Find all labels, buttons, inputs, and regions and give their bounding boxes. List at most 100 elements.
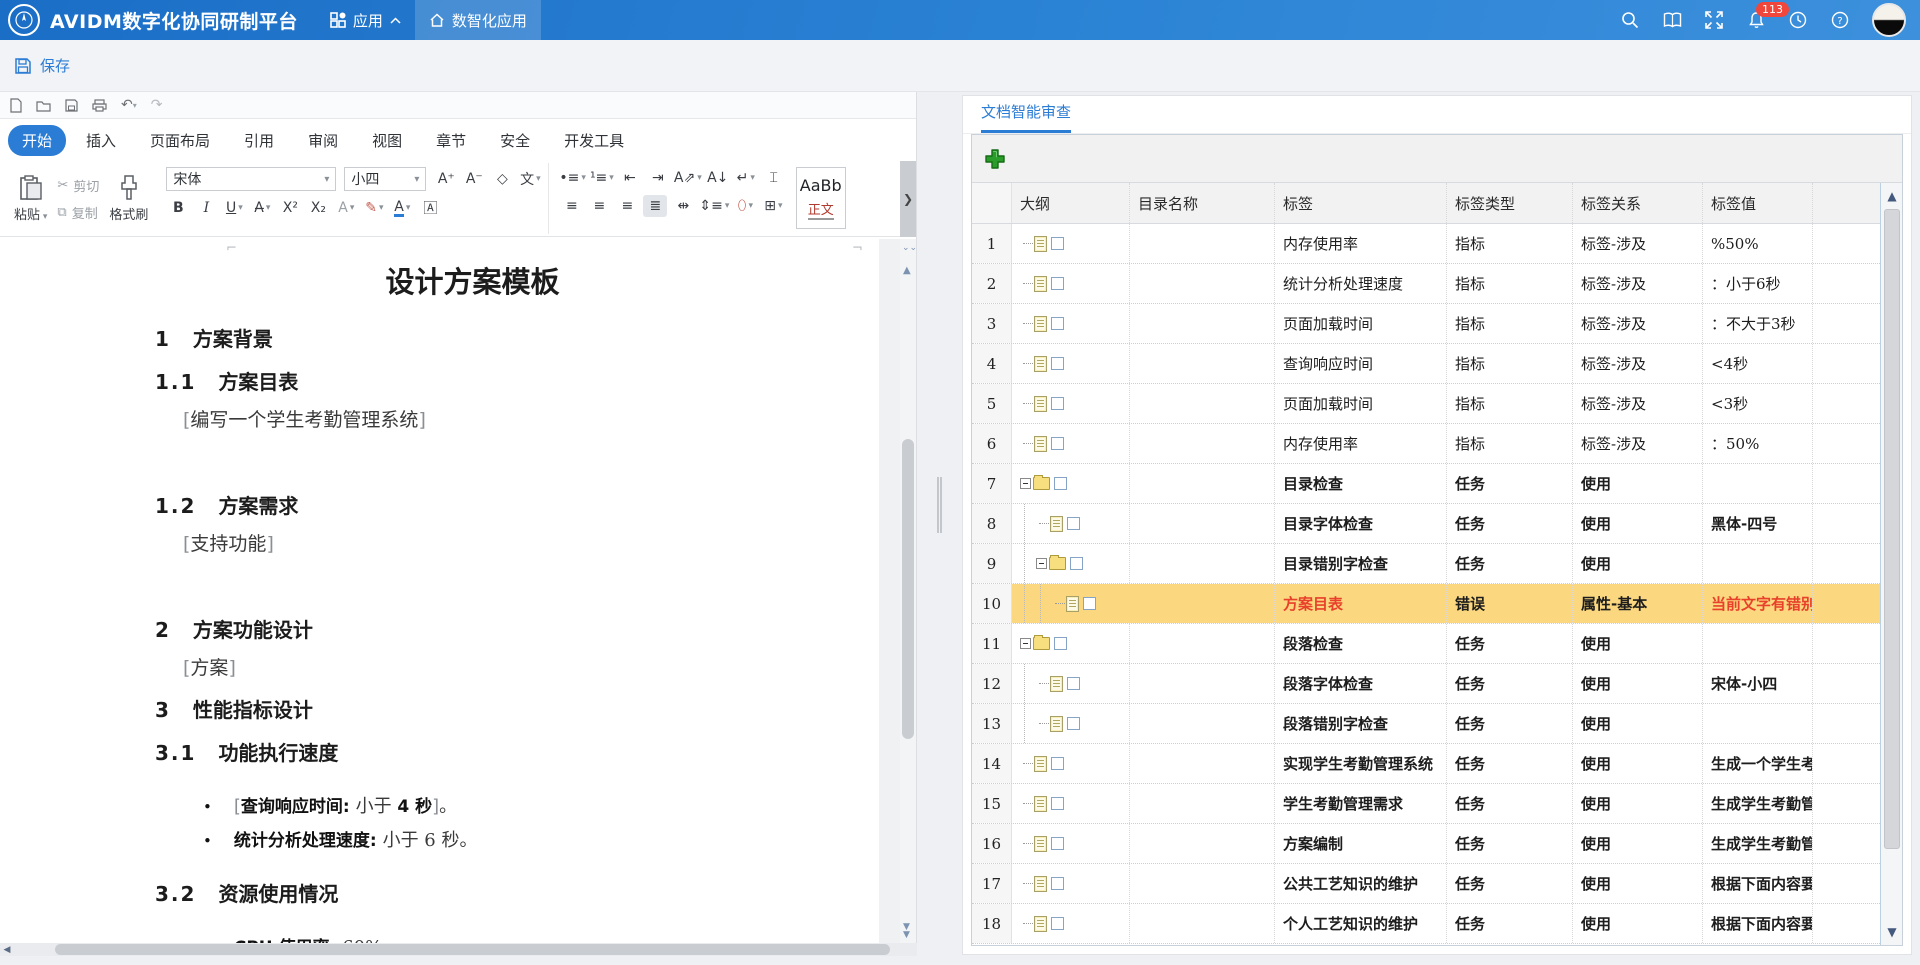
italic-icon[interactable]: I: [194, 197, 218, 219]
notifications-bell-icon[interactable]: 113: [1746, 10, 1766, 30]
table-row[interactable]: 1内存使用率指标标签-涉及%50%: [972, 224, 1902, 264]
row-checkbox[interactable]: [1051, 237, 1064, 250]
grow-font-icon[interactable]: A⁺: [434, 168, 458, 190]
line-spacing-icon[interactable]: ⇕≡▾: [699, 195, 729, 217]
justify-icon[interactable]: ≣: [643, 195, 667, 217]
table-row[interactable]: 15学生考勤管理需求任务使用生成学生考勤管理的需: [972, 784, 1902, 824]
table-row[interactable]: 9目录错别字检查任务使用: [972, 544, 1902, 584]
ribbon-tab-开始[interactable]: 开始: [8, 125, 66, 156]
ribbon-tab-视图[interactable]: 视图: [358, 125, 416, 156]
scroll-up-arrow[interactable]: ▲: [903, 265, 911, 276]
row-checkbox[interactable]: [1051, 317, 1064, 330]
apps-menu[interactable]: 应用: [316, 0, 415, 40]
table-row[interactable]: 2统计分析处理速度指标标签-涉及：小于6秒: [972, 264, 1902, 304]
font-size-select[interactable]: 小四▾: [344, 167, 426, 191]
row-checkbox[interactable]: [1051, 837, 1064, 850]
pinyin-icon[interactable]: 文▾: [518, 168, 542, 190]
distribute-icon[interactable]: ⇹: [671, 195, 695, 217]
document-canvas[interactable]: ⌐ ⌐ 设计方案模板1方案背景1.1方案目表[编写一个学生考勤管理系统]1.2方…: [0, 239, 880, 943]
row-checkbox[interactable]: [1051, 877, 1064, 890]
search-icon[interactable]: [1620, 10, 1640, 30]
align-center-icon[interactable]: ≡: [587, 195, 611, 217]
ribbon-tab-审阅[interactable]: 审阅: [294, 125, 352, 156]
docs-icon[interactable]: [1662, 10, 1682, 30]
row-checkbox[interactable]: [1083, 597, 1096, 610]
copy-button[interactable]: ⧉复制: [57, 203, 99, 222]
save-button[interactable]: 保存: [14, 55, 70, 76]
table-row[interactable]: 11段落检查任务使用: [972, 624, 1902, 664]
cut-button[interactable]: ✂剪切: [57, 176, 99, 195]
row-checkbox[interactable]: [1051, 277, 1064, 290]
home-tab[interactable]: 数智化应用: [415, 0, 541, 40]
align-left-icon[interactable]: ≡: [559, 195, 583, 217]
user-avatar[interactable]: [1872, 3, 1906, 37]
scroll-thumb[interactable]: [902, 439, 914, 739]
add-row-button[interactable]: [984, 148, 1006, 170]
font-family-select[interactable]: 宋体▾: [166, 167, 336, 191]
help-icon[interactable]: ?: [1830, 10, 1850, 30]
collapse-expander-icon[interactable]: [1020, 478, 1031, 489]
font-color-icon[interactable]: A▾: [390, 197, 414, 219]
ribbon-tab-开发工具[interactable]: 开发工具: [550, 125, 638, 156]
table-row[interactable]: 18个人工艺知识的维护任务使用根据下面内容要求按照: [972, 904, 1902, 944]
table-row[interactable]: 5页面加载时间指标标签-涉及<3秒: [972, 384, 1902, 424]
redo-icon[interactable]: ↷: [151, 97, 163, 113]
table-row[interactable]: 10方案目表错误属性-基本当前文字有错别字: [972, 584, 1902, 624]
row-checkbox[interactable]: [1070, 557, 1083, 570]
table-row[interactable]: 7目录检查任务使用: [972, 464, 1902, 504]
row-checkbox[interactable]: [1051, 437, 1064, 450]
borders-icon[interactable]: ⊞▾: [761, 195, 785, 217]
bold-icon[interactable]: B: [166, 197, 190, 219]
char-scale-icon[interactable]: A⇗▾: [674, 167, 702, 189]
table-row[interactable]: 12段落字体检查任务使用宋体-小四: [972, 664, 1902, 704]
numbered-list-icon[interactable]: ¹≡▾: [590, 167, 614, 189]
table-scroll-up-arrow[interactable]: ▲: [1881, 189, 1903, 203]
paste-button[interactable]: 粘贴 ▾: [14, 175, 47, 223]
fullscreen-icon[interactable]: [1704, 10, 1724, 30]
scroll-down-arrows[interactable]: ▼▼: [903, 923, 910, 939]
row-checkbox[interactable]: [1054, 637, 1067, 650]
table-scroll-thumb[interactable]: [1884, 209, 1900, 849]
row-checkbox[interactable]: [1051, 797, 1064, 810]
collapse-expander-icon[interactable]: [1020, 638, 1031, 649]
scroll-left-arrow[interactable]: ◀: [0, 945, 14, 955]
row-checkbox[interactable]: [1067, 717, 1080, 730]
ribbon-tab-页面布局[interactable]: 页面布局: [136, 125, 224, 156]
table-row[interactable]: 3页面加载时间指标标签-涉及：不大于3秒: [972, 304, 1902, 344]
row-checkbox[interactable]: [1051, 917, 1064, 930]
table-row[interactable]: 6内存使用率指标标签-涉及：50%: [972, 424, 1902, 464]
h-scroll-thumb[interactable]: [55, 944, 890, 955]
clear-format-icon[interactable]: ◇: [490, 168, 514, 190]
bullet-list-icon[interactable]: •≡▾: [559, 167, 586, 189]
text-direction-icon[interactable]: A↓: [706, 167, 730, 189]
row-checkbox[interactable]: [1051, 357, 1064, 370]
table-row[interactable]: 14实现学生考勤管理系统任务使用生成一个学生考勤管理: [972, 744, 1902, 784]
table-row[interactable]: 13段落错别字检查任务使用: [972, 704, 1902, 744]
character-border-icon[interactable]: 🄰: [418, 197, 442, 219]
table-vertical-scrollbar[interactable]: ▲ ▼: [1880, 183, 1902, 945]
underline-icon[interactable]: U▾: [222, 197, 246, 219]
shading-icon[interactable]: ⬯▾: [733, 195, 757, 217]
open-icon[interactable]: [36, 99, 51, 112]
row-checkbox[interactable]: [1051, 757, 1064, 770]
collapse-expander-icon[interactable]: [1036, 558, 1047, 569]
row-checkbox[interactable]: [1067, 677, 1080, 690]
text-effects-icon[interactable]: A▾: [334, 197, 358, 219]
increase-indent-icon[interactable]: ⇥: [646, 167, 670, 189]
ruler-toggle-icon[interactable]: ⌄⌄: [902, 243, 917, 253]
document-horizontal-scrollbar[interactable]: ◀ ▶: [0, 943, 935, 956]
row-checkbox[interactable]: [1054, 477, 1067, 490]
highlight-color-icon[interactable]: ✎▾: [362, 197, 386, 219]
table-row[interactable]: 8目录字体检查任务使用黑体-四号: [972, 504, 1902, 544]
decrease-indent-icon[interactable]: ⇤: [618, 167, 642, 189]
undo-icon[interactable]: ↶▾: [121, 97, 137, 113]
save-small-icon[interactable]: [65, 99, 78, 112]
subscript-icon[interactable]: X₂: [306, 197, 330, 219]
align-right-icon[interactable]: ≡: [615, 195, 639, 217]
table-scroll-down-arrow[interactable]: ▼: [1881, 925, 1903, 939]
splitter-handle[interactable]: [937, 477, 942, 533]
format-painter-button[interactable]: 格式刷: [109, 175, 148, 223]
tab-doc-intelligent-review[interactable]: 文档智能审查: [981, 101, 1071, 133]
ribbon-tab-安全[interactable]: 安全: [486, 125, 544, 156]
ribbon-tab-插入[interactable]: 插入: [72, 125, 130, 156]
